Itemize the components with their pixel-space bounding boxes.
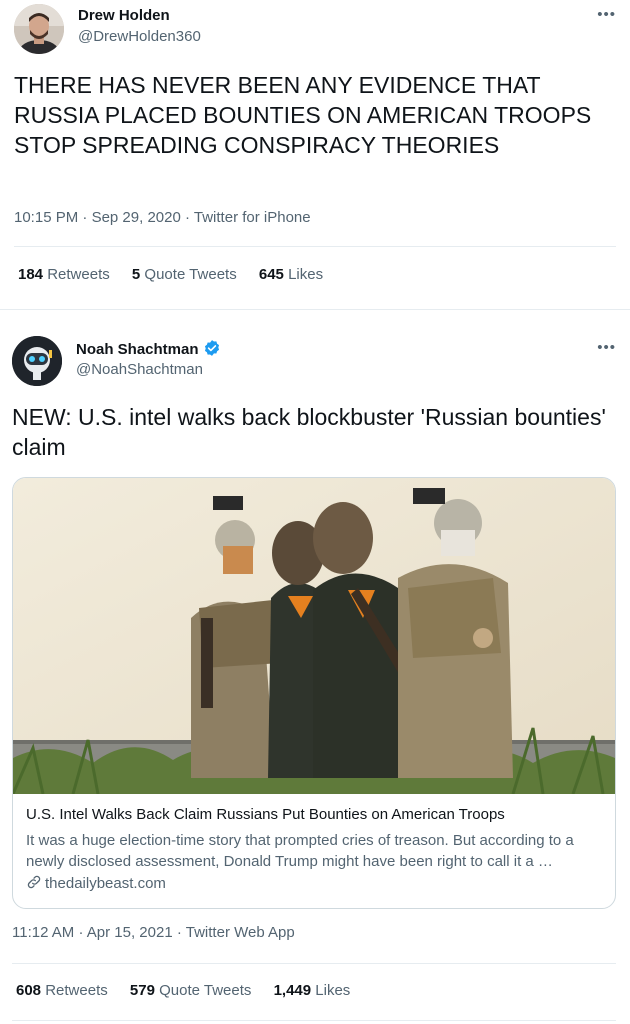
more-dots-icon[interactable]: ••• bbox=[597, 6, 616, 23]
meta-separator: · bbox=[78, 924, 84, 941]
retweets-stat[interactable]: 184 Retweets bbox=[18, 266, 110, 283]
retweets-count: 184 bbox=[18, 266, 44, 283]
card-domain: thedailybeast.com bbox=[26, 874, 166, 894]
link-card[interactable]: U.S. Intel Walks Back Claim Russians Put… bbox=[12, 477, 616, 909]
retweets-count: 608 bbox=[16, 982, 42, 999]
retweets-stat[interactable]: 608 Retweets bbox=[16, 982, 108, 999]
retweets-label: Retweets bbox=[45, 982, 108, 999]
quote-tweets-label: Quote Tweets bbox=[144, 266, 237, 283]
tweet-date[interactable]: Apr 15, 2021 bbox=[87, 924, 173, 941]
likes-label: Likes bbox=[315, 982, 351, 999]
avatar[interactable] bbox=[12, 336, 62, 386]
tweet-source[interactable]: Twitter for iPhone bbox=[194, 209, 311, 226]
meta-separator: · bbox=[176, 924, 182, 941]
quote-tweets-stat[interactable]: 579 Quote Tweets bbox=[130, 982, 251, 999]
likes-stat[interactable]: 1,449 Likes bbox=[274, 982, 351, 999]
tweet-source[interactable]: Twitter Web App bbox=[186, 924, 295, 941]
card-title: U.S. Intel Walks Back Claim Russians Put… bbox=[26, 806, 505, 823]
tweet-noah-shachtman: Noah Shachtman @NoahShachtman ••• NEW: U… bbox=[0, 320, 630, 1024]
quote-tweets-stat[interactable]: 5 Quote Tweets bbox=[132, 266, 237, 283]
verified-badge-icon bbox=[203, 339, 221, 361]
likes-count: 1,449 bbox=[273, 982, 312, 999]
author-name[interactable]: Drew Holden bbox=[78, 7, 170, 24]
tweet-meta: 11:12 AM · Apr 15, 2021 · Twitter Web Ap… bbox=[12, 924, 295, 941]
tweet-text: NEW: U.S. intel walks back blockbuster '… bbox=[12, 404, 606, 460]
more-dots-icon[interactable]: ••• bbox=[597, 339, 616, 356]
quote-tweets-label: Quote Tweets bbox=[159, 982, 252, 999]
divider bbox=[14, 246, 616, 247]
divider bbox=[12, 963, 616, 964]
likes-label: Likes bbox=[288, 266, 324, 283]
author-handle[interactable]: @NoahShachtman bbox=[76, 361, 203, 378]
author-handle[interactable]: @DrewHolden360 bbox=[78, 28, 201, 45]
likes-count: 645 bbox=[258, 266, 284, 283]
avatar[interactable] bbox=[14, 4, 64, 54]
retweets-label: Retweets bbox=[47, 266, 110, 283]
divider bbox=[12, 1020, 616, 1021]
tweet-time[interactable]: 10:15 PM bbox=[14, 209, 78, 226]
author-name[interactable]: Noah Shachtman bbox=[76, 339, 221, 361]
tweet-date[interactable]: Sep 29, 2020 bbox=[92, 209, 181, 226]
tweet-time[interactable]: 11:12 AM bbox=[12, 924, 74, 941]
tweet-stats: 608 Retweets 579 Quote Tweets 1,449 Like… bbox=[16, 982, 368, 999]
card-description: It was a huge election-time story that p… bbox=[26, 832, 574, 870]
card-image bbox=[13, 478, 615, 795]
likes-stat[interactable]: 645 Likes bbox=[259, 266, 323, 283]
tweet-meta: 10:15 PM · Sep 29, 2020 · Twitter for iP… bbox=[14, 209, 311, 226]
link-icon bbox=[26, 874, 42, 894]
card-domain-text: thedailybeast.com bbox=[45, 875, 166, 892]
meta-separator: · bbox=[82, 209, 88, 226]
divider bbox=[0, 309, 630, 310]
tweet-stats: 184 Retweets 5 Quote Tweets 645 Likes bbox=[18, 266, 341, 283]
tweet-drew-holden: Drew Holden @DrewHolden360 ••• THERE HAS… bbox=[0, 0, 630, 310]
quote-tweets-count: 579 bbox=[129, 982, 155, 999]
quote-tweets-count: 5 bbox=[131, 266, 141, 283]
tweet-text: THERE HAS NEVER BEEN ANY EVIDENCE THAT R… bbox=[14, 72, 592, 158]
author-name-text: Noah Shachtman bbox=[76, 341, 199, 358]
meta-separator: · bbox=[184, 209, 190, 226]
